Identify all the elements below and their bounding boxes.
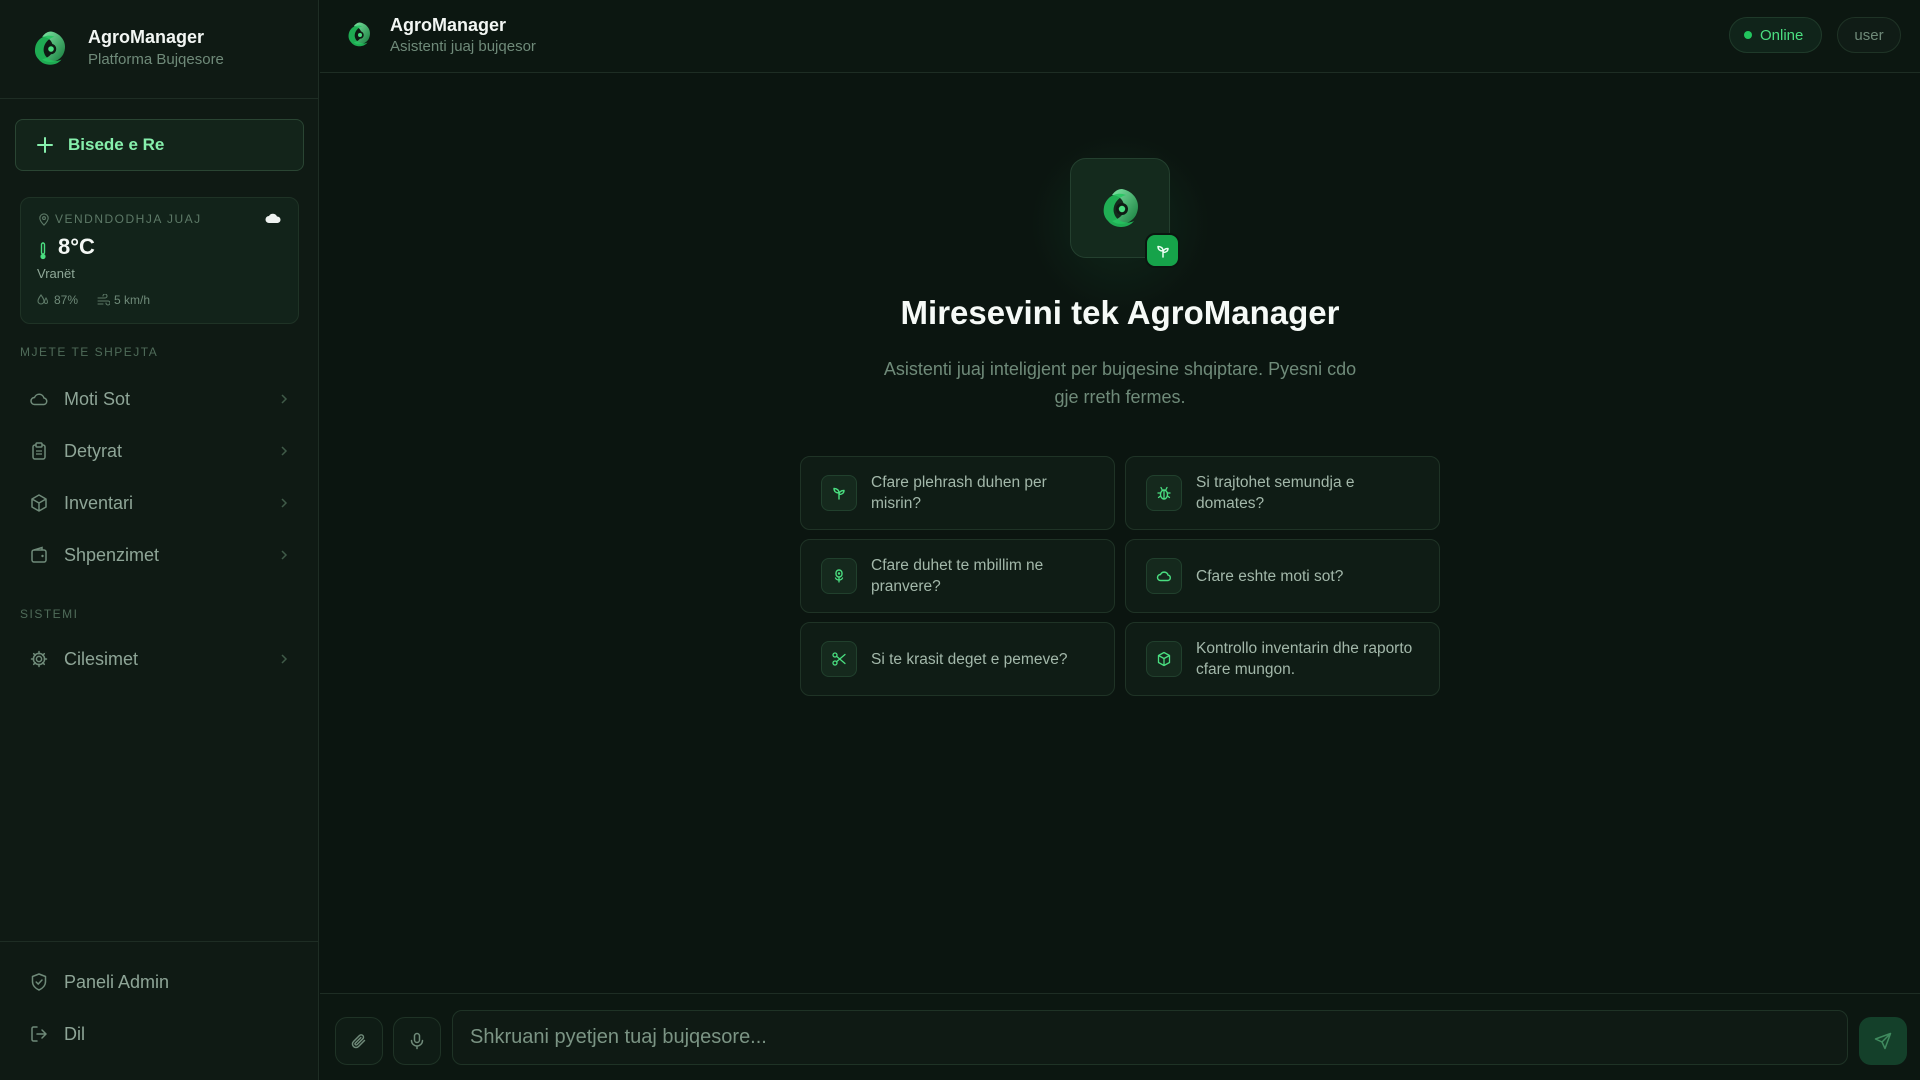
sprout-icon xyxy=(821,475,857,511)
quick-tools-title: MJETE TE SHPEJTA xyxy=(20,345,159,359)
cloud-icon xyxy=(1146,558,1182,594)
sidebar-item-label: Cilesimet xyxy=(64,648,139,669)
sidebar-item-moti-sot[interactable]: Moti Sot xyxy=(15,375,304,423)
attach-button[interactable] xyxy=(335,1017,383,1065)
sidebar: AgroManager Platforma Bujqesore Bisede e… xyxy=(0,0,319,1080)
weather-card[interactable]: VENDNDODHJA JUAJ 8°C Vranët 87% 5 km/h xyxy=(20,197,299,324)
system-title: SISTEMI xyxy=(20,607,79,621)
suggestion-card[interactable]: Cfare duhet te mbillim ne pranvere? xyxy=(800,539,1115,613)
weather-temperature: 8°C xyxy=(58,234,95,259)
plus-icon xyxy=(37,137,53,153)
app-name: AgroManager xyxy=(88,27,205,47)
chevron-right-icon xyxy=(281,550,288,560)
weather-wind: 5 km/h xyxy=(114,293,151,307)
package-icon xyxy=(1146,641,1182,677)
package-icon xyxy=(31,494,47,512)
map-pin-icon xyxy=(39,213,49,226)
send-button[interactable] xyxy=(1859,1017,1907,1065)
thermometer-icon xyxy=(40,242,46,260)
sidebar-item-label: Inventari xyxy=(64,492,134,513)
weather-humidity: 87% xyxy=(54,293,79,307)
logout-icon xyxy=(31,1026,47,1042)
welcome-title: Miresevini tek AgroManager xyxy=(900,294,1340,331)
chat-input[interactable] xyxy=(452,1010,1848,1065)
sidebar-item-paneli-admin[interactable]: Paneli Admin xyxy=(15,958,304,1006)
agro-logo-icon xyxy=(30,28,72,70)
chat-header: AgroManager Asistenti juaj bujqesor Onli… xyxy=(320,0,1920,73)
weather-condition: Vranët xyxy=(37,266,75,281)
status-text: Online xyxy=(1760,26,1804,44)
chevron-right-icon xyxy=(281,446,288,456)
new-chat-label: Bisede e Re xyxy=(68,135,165,154)
agro-logo-icon xyxy=(1098,185,1146,233)
suggestion-text: Kontrollo inventarin dhe raporto cfare m… xyxy=(1196,640,1413,678)
wind-icon xyxy=(97,294,110,306)
paperclip-icon xyxy=(351,1034,366,1049)
sprout-icon xyxy=(1156,245,1169,258)
gear-icon xyxy=(30,650,48,668)
microphone-icon xyxy=(410,1032,424,1050)
sidebar-brand: AgroManager Platforma Bujqesore xyxy=(0,0,319,99)
sidebar-item-shpenzimet[interactable]: Shpenzimet xyxy=(15,531,304,579)
chevron-right-icon xyxy=(281,654,288,664)
agro-logo-icon xyxy=(345,20,375,50)
wallet-icon xyxy=(31,546,47,563)
chevron-right-icon xyxy=(281,498,288,508)
welcome-subtitle: Asistenti juaj inteligjent per bujqesine… xyxy=(883,359,1357,407)
weather-location-label: VENDNDODHJA JUAJ xyxy=(55,212,202,226)
chevron-right-icon xyxy=(281,394,288,404)
clipboard-icon xyxy=(32,442,46,460)
hero-sprout-badge xyxy=(1145,233,1180,268)
cloud-icon xyxy=(265,213,281,223)
bug-icon xyxy=(1146,475,1182,511)
sidebar-item-cilesimet[interactable]: Cilesimet xyxy=(15,635,304,683)
header-title: AgroManager xyxy=(390,15,507,35)
sidebar-item-detyrat[interactable]: Detyrat xyxy=(15,427,304,475)
scissors-icon xyxy=(821,641,857,677)
app-tagline: Platforma Bujqesore xyxy=(88,51,224,68)
suggestion-text: Si te krasit deget e pemeve? xyxy=(871,650,1068,668)
flower-icon xyxy=(821,558,857,594)
shield-check-icon xyxy=(31,973,47,991)
suggestion-text: Cfare eshte moti sot? xyxy=(1196,567,1344,585)
microphone-button[interactable] xyxy=(393,1017,441,1065)
suggestion-text: Cfare duhet te mbillim ne pranvere? xyxy=(871,557,1044,595)
suggestion-card[interactable]: Kontrollo inventarin dhe raporto cfare m… xyxy=(1125,622,1440,696)
sidebar-item-label: Paneli Admin xyxy=(64,971,170,992)
sidebar-item-label: Shpenzimet xyxy=(64,544,160,565)
logout-button[interactable]: Dil xyxy=(15,1010,304,1058)
suggestion-text: Si trajtohet semundja e domates? xyxy=(1196,474,1355,512)
header-subtitle: Asistenti juaj bujqesor xyxy=(390,38,536,55)
cloud-icon xyxy=(30,393,48,406)
suggestion-card[interactable]: Cfare plehrash duhen per misrin? xyxy=(800,456,1115,530)
suggestion-card[interactable]: Cfare eshte moti sot? xyxy=(1125,539,1440,613)
suggestion-card[interactable]: Si te krasit deget e pemeve? xyxy=(800,622,1115,696)
droplets-icon xyxy=(37,294,49,305)
sidebar-item-label: Detyrat xyxy=(64,440,123,461)
user-badge[interactable]: user xyxy=(1837,17,1901,53)
sidebar-item-inventari[interactable]: Inventari xyxy=(15,479,304,527)
send-icon xyxy=(1874,1032,1892,1050)
suggestion-card[interactable]: Si trajtohet semundja e domates? xyxy=(1125,456,1440,530)
status-dot-icon xyxy=(1744,31,1752,39)
sidebar-item-label: Dil xyxy=(64,1023,85,1044)
sidebar-footer: Paneli Admin Dil xyxy=(0,941,319,1080)
new-chat-button[interactable]: Bisede e Re xyxy=(15,119,304,171)
status-badge: Online xyxy=(1729,17,1822,53)
sidebar-item-label: Moti Sot xyxy=(64,388,131,409)
suggestion-text: Cfare plehrash duhen per misrin? xyxy=(871,474,1047,512)
